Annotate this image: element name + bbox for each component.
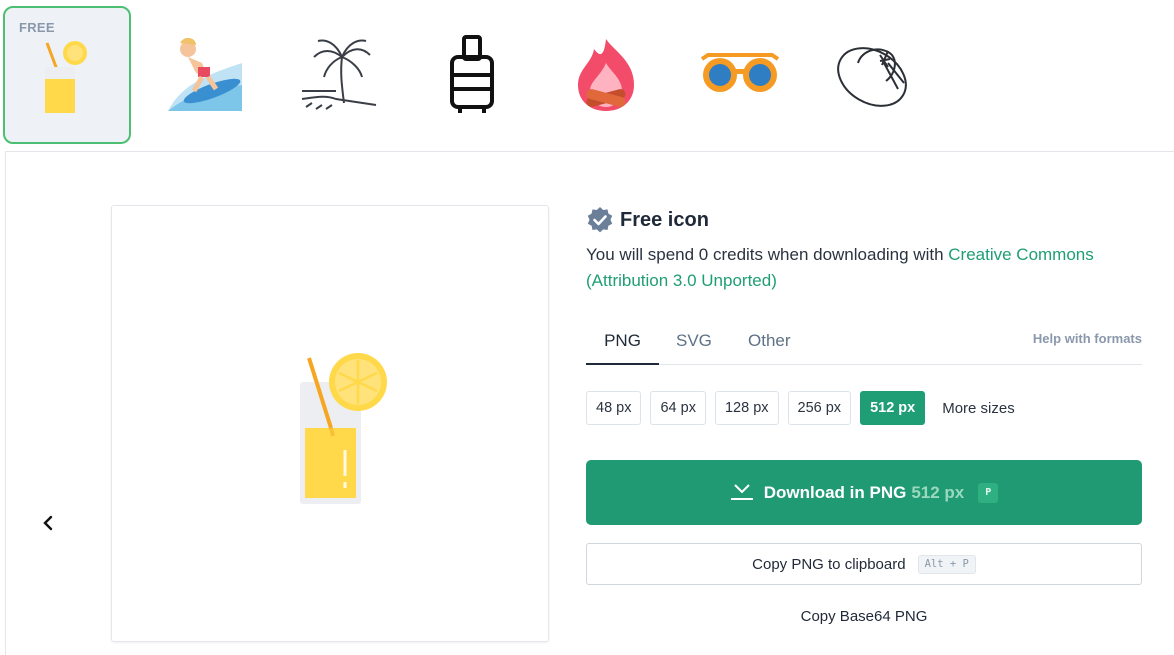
download-shortcut-key: P [978,482,999,503]
copy-png-label: Copy PNG to clipboard [752,555,906,573]
size-48-button[interactable]: 48 px [586,391,642,425]
surfer-icon [168,37,242,111]
thumbnail-bonfire[interactable] [542,6,670,144]
size-options: 48 px 64 px 128 px 256 px 512 px More si… [586,391,1015,425]
free-icon-title: Free icon [620,208,709,231]
thumbnail-suitcase[interactable] [408,6,536,144]
download-label: Download in PNG [763,482,907,502]
tab-other[interactable]: Other [748,331,791,365]
free-tag: FREE [19,20,55,35]
more-sizes-link[interactable]: More sizes [942,400,1015,417]
sunglasses-icon [700,53,780,92]
credits-text: You will spend 0 credits when downloadin… [586,245,949,264]
format-tabs: PNG SVG Other Help with formats [586,323,1142,365]
lemonade-preview-icon [300,353,387,504]
icon-info: Free icon You will spend 0 credits when … [586,205,1142,625]
copy-png-clipboard-button[interactable]: Copy PNG to clipboard Alt + P [586,543,1142,585]
thumbnail-lemonade[interactable]: FREE [3,6,131,144]
download-size: 512 px [911,482,965,502]
size-64-button[interactable]: 64 px [650,391,706,425]
thumbnail-sun-hat[interactable] [810,6,938,144]
size-256-button[interactable]: 256 px [787,391,852,425]
size-128-button[interactable]: 128 px [714,391,779,425]
thumbnail-surfer[interactable] [140,6,268,144]
sun-hat-icon [837,47,907,107]
copy-base64-png-button[interactable]: Copy Base64 PNG [586,608,1142,625]
thumbnail-sunglasses[interactable] [676,6,804,144]
size-512-button[interactable]: 512 px [860,391,926,425]
download-icon [730,483,753,500]
lemonade-icon [45,41,87,113]
bonfire-icon [578,39,634,111]
download-png-button[interactable]: Download in PNG 512 px P [586,460,1142,525]
icon-thumbnail-strip: FREE [0,0,1174,148]
suitcase-icon [450,35,494,113]
thumbnail-palm-beach[interactable] [274,6,402,144]
icon-preview [111,205,549,642]
credits-notice: You will spend 0 credits when downloadin… [586,242,1142,294]
help-with-formats-link[interactable]: Help with formats [1033,331,1142,346]
verified-badge-icon [587,207,613,233]
tab-png[interactable]: PNG [586,331,659,365]
palm-beach-icon [301,39,377,110]
copy-shortcut-key: Alt + P [917,554,976,574]
previous-arrow-icon[interactable] [38,510,58,536]
tab-svg[interactable]: SVG [676,331,712,365]
